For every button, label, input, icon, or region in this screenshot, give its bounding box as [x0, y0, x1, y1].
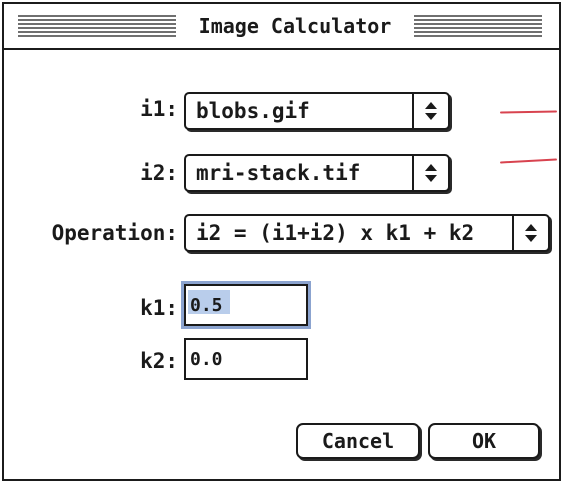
i1-popup-value: blobs.gif	[196, 99, 310, 123]
dialog-title: Image Calculator	[179, 12, 411, 40]
i2-popup-divider	[412, 156, 414, 190]
up-down-arrows-icon	[516, 216, 546, 250]
k2-field[interactable]	[184, 338, 308, 380]
annotation-mark-i2	[499, 158, 558, 164]
k2-label: k2:	[140, 349, 178, 373]
up-down-arrows-icon	[416, 156, 446, 190]
k2-input[interactable]	[186, 340, 306, 378]
titlebar-stripes-right	[414, 15, 542, 37]
cancel-button[interactable]: Cancel	[296, 423, 420, 459]
dialog-titlebar[interactable]: Image Calculator	[4, 4, 559, 50]
operation-label: Operation:	[51, 221, 178, 245]
i1-label: i1:	[140, 97, 178, 121]
annotation-mark-i1	[499, 110, 558, 114]
i1-popup-divider	[412, 94, 414, 128]
operation-popup-value: i2 = (i1+i2) x k1 + k2	[196, 221, 475, 245]
titlebar-stripes-left	[18, 15, 176, 37]
operation-popup[interactable]: i2 = (i1+i2) x k1 + k2	[184, 214, 550, 252]
k1-field[interactable]	[181, 281, 311, 329]
i2-popup[interactable]: mri-stack.tif	[184, 154, 450, 192]
k1-input[interactable]	[186, 286, 306, 324]
ok-button[interactable]: OK	[428, 423, 540, 459]
operation-popup-divider	[512, 216, 514, 250]
i2-popup-value: mri-stack.tif	[196, 161, 361, 185]
image-calculator-dialog: Image Calculator i1: blobs.gif i2: mri-s…	[2, 2, 561, 481]
up-down-arrows-icon	[416, 94, 446, 128]
i1-popup[interactable]: blobs.gif	[184, 92, 450, 130]
k1-label: k1:	[140, 296, 178, 320]
i2-label: i2:	[140, 161, 178, 185]
